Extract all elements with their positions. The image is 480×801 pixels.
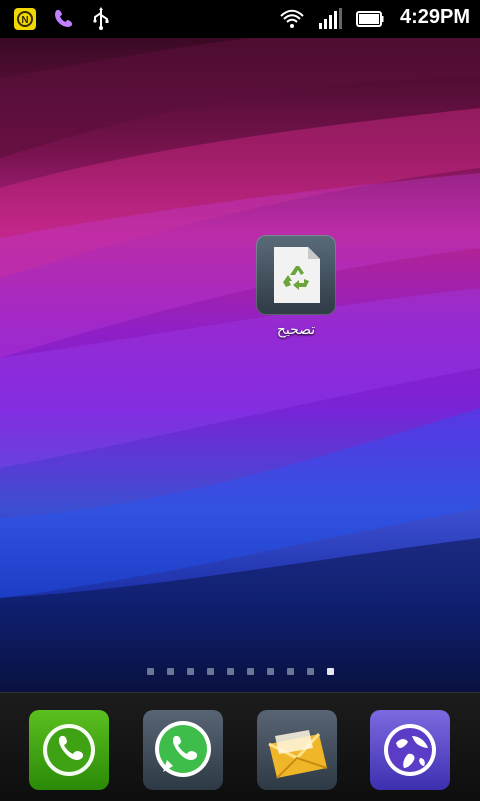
recycle-file-icon xyxy=(274,247,320,303)
wifi-icon xyxy=(278,6,306,32)
notification-n-icon: N xyxy=(12,6,38,32)
page-dot[interactable] xyxy=(186,668,194,675)
page-indicator xyxy=(0,668,480,684)
svg-text:N: N xyxy=(21,15,28,26)
page-dot[interactable] xyxy=(226,668,234,675)
status-time: 4:29PM xyxy=(399,6,470,28)
whatsapp-button[interactable] xyxy=(143,710,223,790)
page-dot[interactable] xyxy=(266,668,274,675)
whatsapp-icon xyxy=(155,721,211,777)
app-label: تصحيح xyxy=(276,322,316,338)
page-dot-active[interactable] xyxy=(326,668,334,675)
page-dot[interactable] xyxy=(166,668,174,675)
wallpaper-waves xyxy=(0,38,480,692)
status-bar: N 4:29PM xyxy=(0,0,480,38)
signal-icon xyxy=(316,6,344,32)
viber-icon xyxy=(50,6,76,32)
page-dot[interactable] xyxy=(286,668,294,675)
recycle-app-shortcut[interactable] xyxy=(256,235,336,315)
page-dot[interactable] xyxy=(206,668,214,675)
phone-button[interactable] xyxy=(29,710,109,790)
page-dot[interactable] xyxy=(246,668,254,675)
page-dot[interactable] xyxy=(146,668,154,675)
messages-button[interactable] xyxy=(257,710,337,790)
messages-icon xyxy=(268,730,328,779)
usb-icon xyxy=(88,6,114,32)
phone-icon xyxy=(43,724,95,776)
page-dot[interactable] xyxy=(306,668,314,675)
battery-icon xyxy=(355,6,385,32)
globe-icon xyxy=(384,724,436,776)
wallpaper xyxy=(0,38,480,692)
dock xyxy=(0,692,480,801)
browser-button[interactable] xyxy=(370,710,450,790)
